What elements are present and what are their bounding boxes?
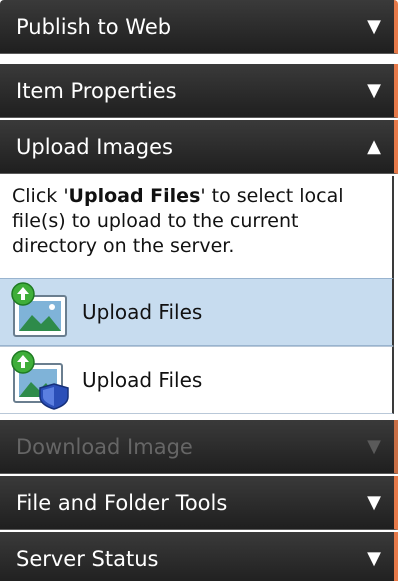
upload-image-icon	[11, 282, 67, 337]
section-label: Item Properties	[16, 78, 177, 103]
section-label: Upload Images	[16, 134, 173, 159]
chevron-down-icon[interactable]: ▼	[354, 16, 394, 37]
section-label: Publish to Web	[16, 14, 172, 39]
chevron-up-icon[interactable]: ▲	[354, 136, 394, 157]
upload-files-label: Upload Files	[82, 368, 203, 392]
section-label: Download Image	[16, 434, 193, 459]
upload-description: Click 'Upload Files' to select local fil…	[0, 176, 394, 278]
chevron-down-icon: ▼	[367, 436, 381, 457]
upload-files-item-2[interactable]: Upload Files	[0, 346, 394, 414]
section-upload-images[interactable]: Upload Images ▲	[0, 120, 398, 174]
chevron-down-icon[interactable]: ▼	[354, 492, 394, 513]
section-publish-to-web[interactable]: Publish to Web ▼	[0, 0, 398, 54]
section-download-image: Download Image ▼	[0, 420, 398, 474]
upload-files-label: Upload Files	[82, 300, 203, 324]
section-server-status[interactable]: Server Status ▼	[0, 532, 398, 581]
section-item-properties[interactable]: Item Properties ▼	[0, 64, 398, 118]
chevron-down-icon[interactable]: ▼	[354, 548, 394, 569]
upload-files-item-1[interactable]: Upload Files	[0, 278, 394, 346]
section-label: Server Status	[16, 546, 159, 571]
section-label: File and Folder Tools	[16, 490, 228, 515]
chevron-down-icon[interactable]: ▼	[354, 80, 394, 101]
task-panel: Publish to Web ▼ Item Properties ▼ Uploa…	[0, 0, 405, 581]
desc-prefix: Click '	[12, 185, 69, 207]
desc-bold: Upload Files	[68, 185, 201, 207]
section-file-and-folder-tools[interactable]: File and Folder Tools ▼	[0, 476, 398, 530]
upload-image-shield-icon	[11, 350, 69, 410]
